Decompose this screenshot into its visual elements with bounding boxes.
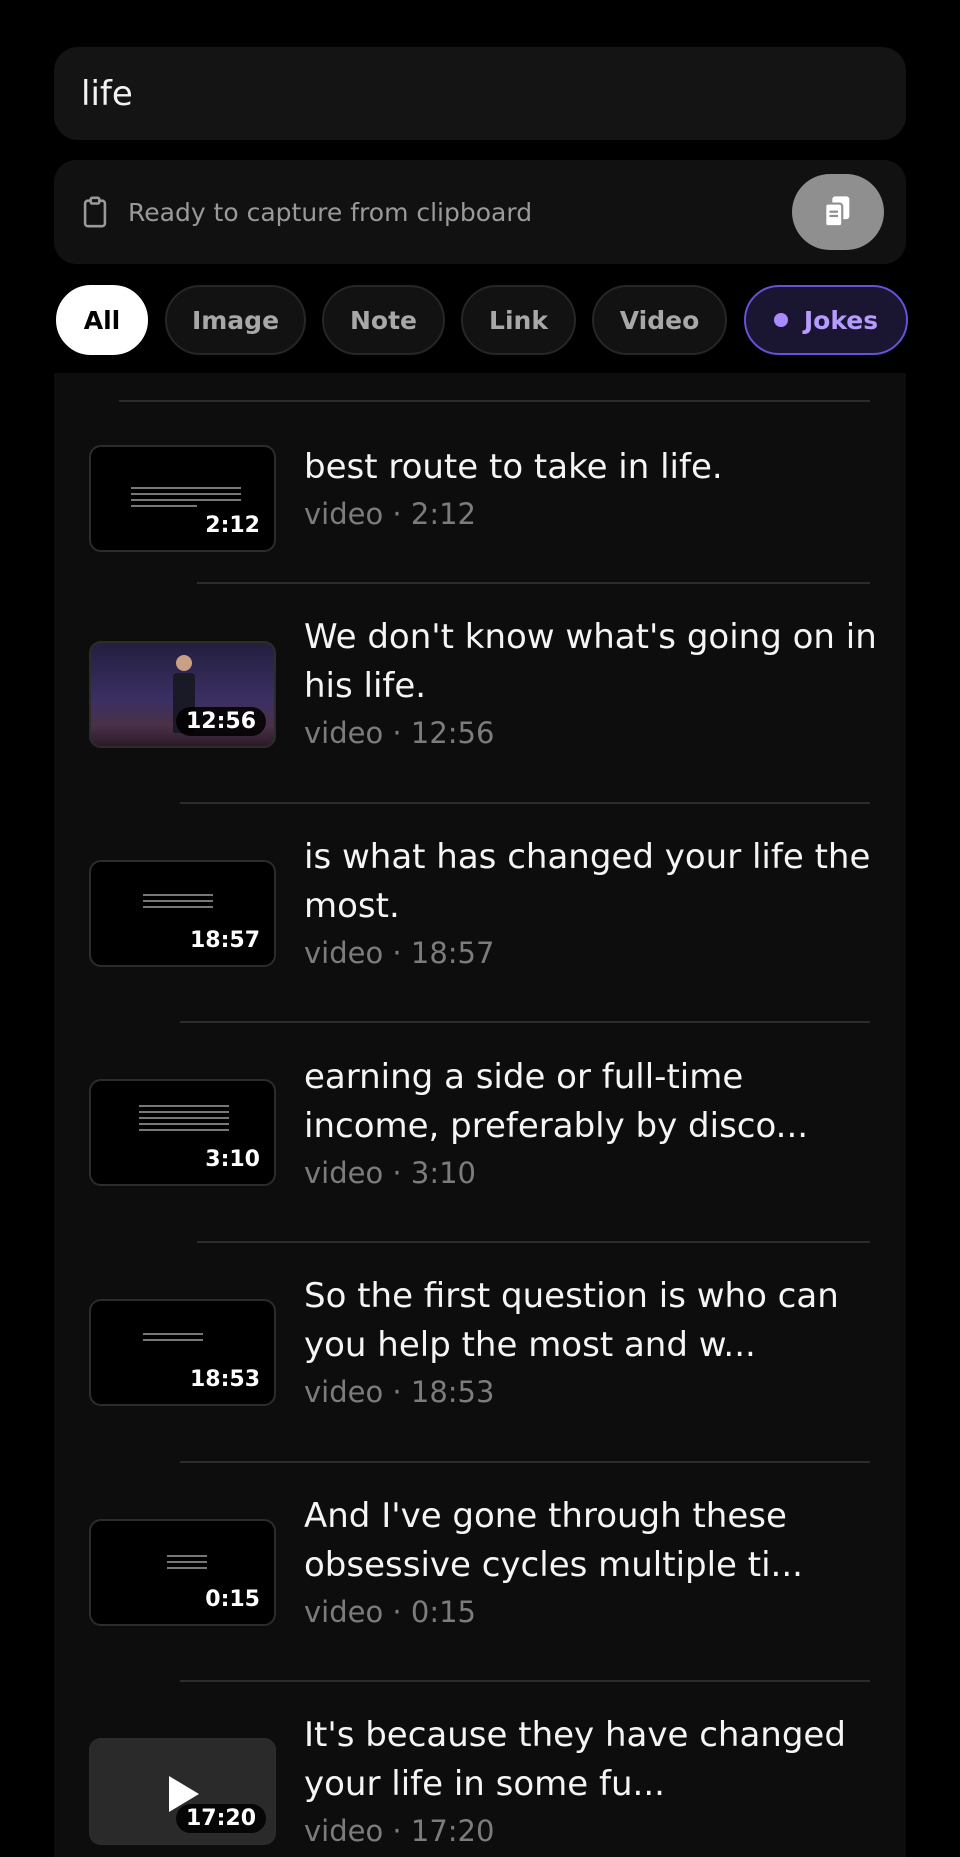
list-item[interactable]: 0:15 And I've gone through these obsessi… bbox=[54, 1492, 906, 1652]
duration-badge: 18:53 bbox=[189, 1367, 260, 1392]
item-title: We don't know what's going on in his lif… bbox=[304, 617, 877, 706]
duration-badge: 18:57 bbox=[189, 928, 260, 953]
thumbnail-text-lines bbox=[143, 894, 213, 912]
results-list: 2:12 best route to take in life. video ·… bbox=[54, 373, 906, 1857]
search-query: life bbox=[81, 73, 133, 114]
jokes-color-dot bbox=[773, 313, 788, 327]
filter-chip-note[interactable]: Note bbox=[322, 285, 445, 355]
item-meta: video · 12:56 bbox=[304, 716, 495, 750]
item-meta: video · 18:53 bbox=[304, 1375, 495, 1409]
paste-icon bbox=[824, 196, 850, 228]
thumbnail-text-lines bbox=[167, 1555, 207, 1573]
filter-chip-link[interactable]: Link bbox=[461, 285, 576, 355]
item-title: So the first question is who can you hel… bbox=[304, 1276, 839, 1365]
divider bbox=[180, 1461, 870, 1463]
item-meta: video · 3:10 bbox=[304, 1156, 476, 1190]
search-input[interactable]: life bbox=[54, 47, 906, 140]
video-thumbnail: 18:57 bbox=[89, 860, 276, 967]
duration-badge: 0:15 bbox=[205, 1587, 260, 1612]
thumbnail-text-lines bbox=[131, 487, 241, 511]
filter-chip-video[interactable]: Video bbox=[592, 285, 727, 355]
duration-badge: 12:56 bbox=[175, 707, 266, 736]
item-meta: video · 17:20 bbox=[304, 1814, 495, 1848]
list-item[interactable]: 3:10 earning a side or full-time income,… bbox=[54, 1053, 906, 1213]
filter-chips: All Image Note Link Video Jokes bbox=[0, 285, 960, 355]
filter-chip-jokes[interactable]: Jokes bbox=[744, 285, 908, 355]
duration-badge: 2:12 bbox=[205, 513, 260, 538]
list-item[interactable]: 18:57 is what has changed your life the … bbox=[54, 833, 906, 993]
clipboard-status: Ready to capture from clipboard bbox=[128, 197, 533, 227]
filter-chip-image[interactable]: Image bbox=[165, 285, 306, 355]
divider bbox=[180, 1680, 870, 1682]
list-item[interactable]: 17:20 It's because they have changed you… bbox=[54, 1711, 906, 1857]
video-thumbnail: 3:10 bbox=[89, 1079, 276, 1186]
duration-badge: 3:10 bbox=[205, 1147, 260, 1172]
item-title: It's because they have changed your life… bbox=[304, 1715, 846, 1804]
item-meta: video · 0:15 bbox=[304, 1595, 476, 1629]
clipboard-capture-bar: Ready to capture from clipboard bbox=[54, 160, 906, 264]
item-meta: video · 18:57 bbox=[304, 936, 495, 970]
video-thumbnail: 2:12 bbox=[89, 445, 276, 552]
thumbnail-text-lines bbox=[143, 1333, 203, 1345]
item-title: And I've gone through these obsessive cy… bbox=[304, 1496, 803, 1585]
list-item[interactable]: 18:53 So the first question is who can y… bbox=[54, 1272, 906, 1432]
divider bbox=[180, 802, 870, 804]
divider bbox=[180, 1021, 870, 1023]
duration-badge: 17:20 bbox=[175, 1804, 266, 1833]
item-title: best route to take in life. bbox=[304, 447, 723, 487]
paste-button[interactable] bbox=[792, 174, 884, 250]
item-title: is what has changed your life the most. bbox=[304, 837, 871, 926]
item-meta: video · 2:12 bbox=[304, 497, 476, 531]
video-thumbnail: 12:56 bbox=[89, 641, 276, 748]
divider bbox=[197, 1241, 870, 1243]
filter-chip-all[interactable]: All bbox=[56, 285, 148, 355]
divider bbox=[119, 400, 870, 402]
list-item[interactable]: 12:56 We don't know what's going on in h… bbox=[54, 613, 906, 773]
clipboard-icon bbox=[83, 196, 107, 228]
thumbnail-text-lines bbox=[139, 1105, 229, 1135]
video-thumbnail: 0:15 bbox=[89, 1519, 276, 1626]
list-item[interactable]: 2:12 best route to take in life. video ·… bbox=[54, 439, 906, 552]
video-thumbnail: 18:53 bbox=[89, 1299, 276, 1406]
video-thumbnail: 17:20 bbox=[89, 1738, 276, 1845]
divider bbox=[197, 582, 870, 584]
item-title: earning a side or full-time income, pref… bbox=[304, 1057, 809, 1146]
